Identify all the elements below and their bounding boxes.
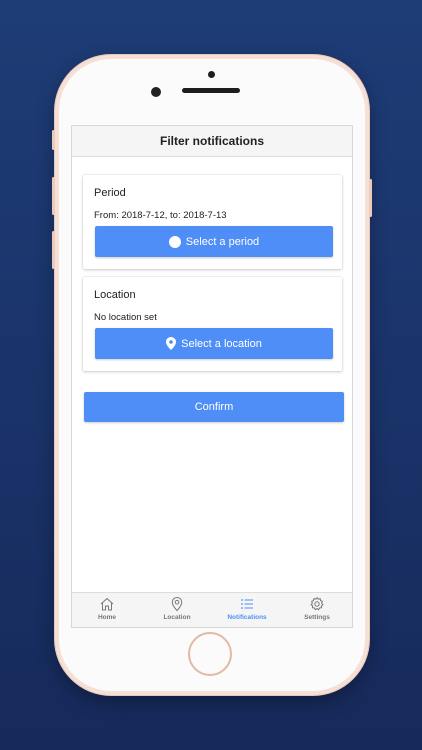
period-range-text: From: 2018-7-12, to: 2018-7-13: [94, 210, 227, 221]
phone-volume-down: [52, 231, 55, 269]
camera-icon: [208, 71, 215, 78]
location-title: Location: [94, 289, 136, 301]
location-card: Location No location set Select a locati…: [83, 277, 342, 371]
gear-icon: [310, 597, 324, 611]
header-bar: Filter notifications: [72, 126, 352, 157]
speaker-grille: [182, 88, 240, 93]
tab-location-label: Location: [163, 614, 191, 621]
tab-bar: Home Location Notifications Settings: [72, 592, 352, 627]
tab-settings-label: Settings: [304, 614, 330, 621]
tab-notifications-label: Notifications: [227, 614, 267, 621]
tab-settings[interactable]: Settings: [282, 593, 352, 627]
tab-home[interactable]: Home: [72, 593, 142, 627]
home-button[interactable]: [188, 632, 232, 676]
tab-home-label: Home: [97, 614, 117, 621]
select-period-label: Select a period: [185, 235, 260, 248]
tab-location[interactable]: Location: [142, 593, 212, 627]
front-camera-icon: [151, 87, 161, 97]
clock-icon: [168, 235, 181, 248]
page-title: Filter notifications: [159, 134, 264, 148]
phone-side-button: [52, 130, 55, 150]
location-pin-icon: [171, 596, 183, 612]
phone-power-button: [369, 179, 372, 217]
home-icon: [100, 598, 114, 611]
phone-volume-up: [52, 177, 55, 215]
period-title: Period: [94, 187, 126, 199]
select-location-button[interactable]: Select a location: [95, 328, 333, 359]
location-pin-icon: [166, 337, 177, 350]
period-card: Period From: 2018-7-12, to: 2018-7-13 Se…: [83, 175, 342, 269]
confirm-label: Confirm: [194, 401, 234, 413]
select-period-button[interactable]: Select a period: [95, 226, 333, 257]
location-status-text: No location set: [94, 312, 157, 323]
tab-notifications[interactable]: Notifications: [212, 593, 282, 627]
list-icon: [241, 599, 253, 609]
app-screen: Filter notifications Period From: 2018-7…: [71, 125, 353, 628]
select-location-label: Select a location: [181, 337, 262, 350]
confirm-button[interactable]: Confirm: [84, 392, 344, 422]
